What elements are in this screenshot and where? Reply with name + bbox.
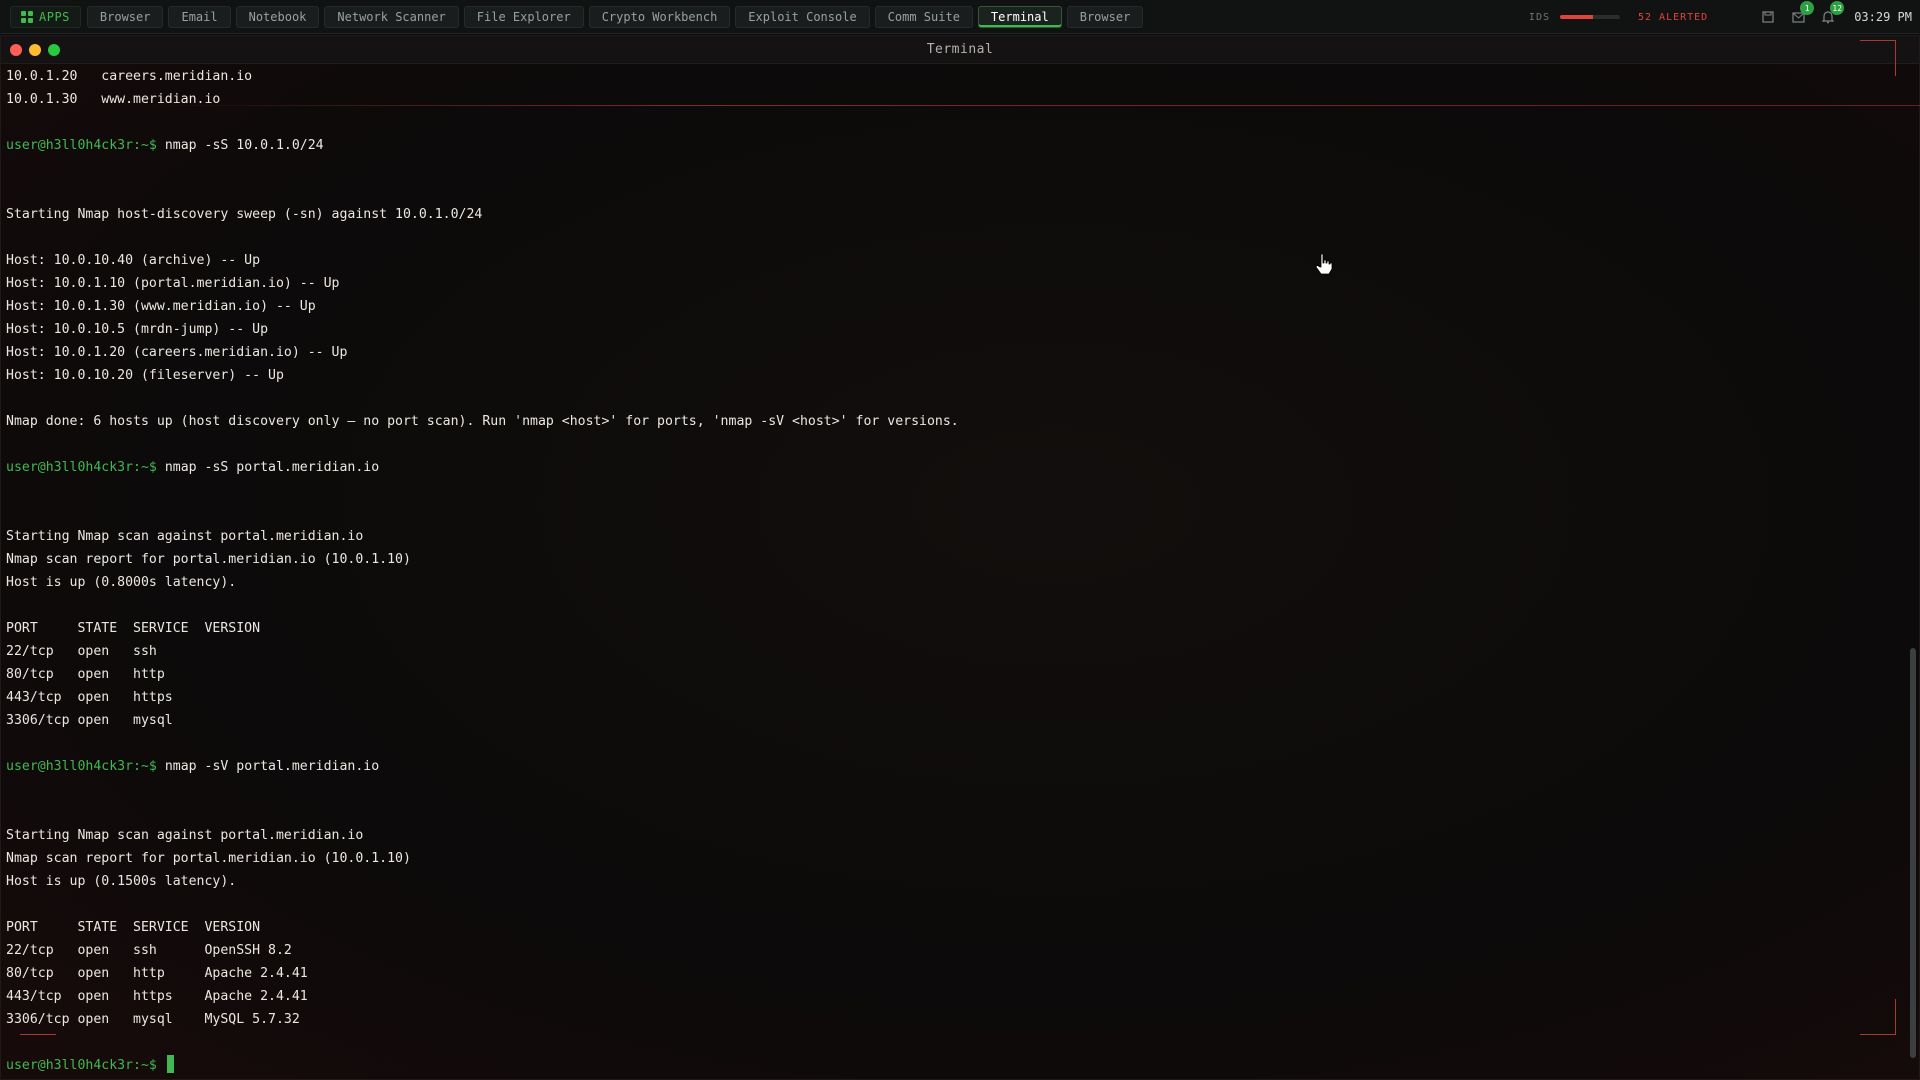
output-line: Starting Nmap scan against portal.meridi… — [6, 828, 364, 843]
output-line: PORT STATE SERVICE VERSION — [6, 920, 261, 935]
corner-bracket-bottom-right — [1860, 999, 1896, 1035]
apps-grid-icon — [21, 10, 33, 23]
shell-prompt: user@h3ll0h4ck3r:~$ — [6, 138, 157, 153]
mail-icon[interactable]: 1 — [1788, 1, 1815, 27]
output-line: 22/tcp open ssh OpenSSH 8.2 — [6, 943, 292, 958]
mouse-pointer-icon — [1315, 253, 1333, 281]
corner-bracket-top-right — [1860, 40, 1896, 76]
top-taskbar: APPS Browser Email Notebook Network Scanner… — [0, 0, 1920, 34]
command-text: nmap -sS 10.0.1.0/24 — [164, 138, 324, 153]
close-window-button[interactable] — [10, 44, 22, 56]
output-line: Host: 10.0.1.20 (careers.meridian.io) --… — [6, 345, 348, 360]
corner-bracket-bottom-left — [20, 999, 56, 1035]
ids-meter-fill — [1559, 15, 1593, 19]
save-icon[interactable] — [1758, 7, 1778, 27]
bell-icon[interactable]: 12 — [1818, 1, 1845, 27]
output-line: Host is up (0.8000s latency). — [6, 575, 237, 590]
tab-exploit-console[interactable]: Exploit Console — [735, 5, 870, 28]
tab-terminal[interactable]: Terminal — [977, 5, 1062, 28]
app-tabs: Browser Email Notebook Network Scanner File … — [86, 5, 1148, 28]
output-line: Starting Nmap host-discovery sweep (-sn)… — [6, 207, 483, 222]
shell-prompt: user@h3ll0h4ck3r:~$ — [6, 1058, 157, 1073]
window-titlebar[interactable]: Terminal — [1, 36, 1919, 64]
terminal-input-line[interactable]: user@h3ll0h4ck3r:~$ — [6, 1054, 1900, 1077]
output-line: 443/tcp open https Apache 2.4.41 — [6, 989, 308, 1004]
output-line: 443/tcp open https — [6, 690, 173, 705]
output-line: Nmap scan report for portal.meridian.io … — [6, 552, 411, 567]
output-line: Host: 10.0.10.5 (mrdn-jump) -- Up — [6, 322, 269, 337]
output-line: Nmap scan report for portal.meridian.io … — [6, 851, 411, 866]
output-line: 80/tcp open http Apache 2.4.41 — [6, 966, 308, 981]
output-line: 3306/tcp open mysql MySQL 5.7.32 — [6, 1012, 300, 1027]
ids-meter — [1559, 15, 1620, 19]
terminal-scrollbar[interactable] — [1910, 88, 1916, 1073]
decorative-scanline — [140, 105, 1920, 106]
text-cursor — [166, 1055, 174, 1073]
ids-label: IDS — [1528, 11, 1550, 23]
output-line: Nmap done: 6 hosts up (host discovery on… — [6, 414, 959, 429]
output-line: 80/tcp open http — [6, 667, 165, 682]
tab-email[interactable]: Email — [168, 5, 231, 28]
output-line: 10.0.1.20 careers.meridian.io — [6, 69, 253, 84]
tab-crypto-workbench[interactable]: Crypto Workbench — [588, 5, 731, 28]
terminal-output[interactable]: 10.0.1.20 careers.meridian.io 10.0.1.30 w… — [1, 65, 1905, 1079]
apps-button[interactable]: APPS — [10, 5, 81, 28]
clock: 03:29 PM — [1854, 10, 1912, 24]
output-line: Host: 10.0.10.20 (fileserver) -- Up — [6, 368, 284, 383]
command-text: nmap -sV portal.meridian.io — [164, 759, 380, 774]
tab-browser[interactable]: Browser — [86, 5, 164, 28]
apps-label: APPS — [39, 9, 70, 24]
terminal-command-line: user@h3ll0h4ck3r:~$ nmap -sS portal.meri… — [6, 456, 1900, 479]
output-line: Host: 10.0.10.40 (archive) -- Up — [6, 253, 261, 268]
notification-badge: 12 — [1830, 1, 1845, 15]
output-line: Host: 10.0.1.10 (portal.meridian.io) -- … — [6, 276, 340, 291]
terminal-command-line: user@h3ll0h4ck3r:~$ nmap -sV portal.meri… — [6, 755, 1900, 778]
terminal-command-line: user@h3ll0h4ck3r:~$ nmap -sS 10.0.1.0/24 — [6, 134, 1900, 157]
alert-status: 52 ALERTED — [1637, 11, 1709, 23]
shell-prompt: user@h3ll0h4ck3r:~$ — [6, 460, 157, 475]
window-title: Terminal — [926, 42, 994, 57]
system-tray: IDS 52 ALERTED 1 12 03:29 PM — [1529, 0, 1920, 34]
tab-file-explorer[interactable]: File Explorer — [463, 5, 584, 28]
shell-prompt: user@h3ll0h4ck3r:~$ — [6, 759, 157, 774]
output-line: 22/tcp open ssh — [6, 644, 157, 659]
output-line: Host is up (0.1500s latency). — [6, 874, 237, 889]
tab-notebook[interactable]: Notebook — [235, 5, 320, 28]
minimize-window-button[interactable] — [29, 44, 41, 56]
window-controls — [10, 44, 60, 56]
mail-badge: 1 — [1800, 1, 1815, 15]
terminal-window: Terminal 10.0.1.20 careers.meridian.io 10… — [0, 35, 1920, 1080]
output-line: Starting Nmap scan against portal.meridi… — [6, 529, 364, 544]
output-line: 10.0.1.30 www.meridian.io — [6, 92, 221, 107]
scrollbar-thumb[interactable] — [1910, 648, 1916, 1058]
tab-comm-suite[interactable]: Comm Suite — [874, 5, 973, 28]
tab-browser[interactable]: Browser — [1066, 5, 1144, 28]
output-line: 3306/tcp open mysql — [6, 713, 173, 728]
tab-network-scanner[interactable]: Network Scanner — [324, 5, 459, 28]
output-line: PORT STATE SERVICE VERSION — [6, 621, 261, 636]
command-text: nmap -sS portal.meridian.io — [164, 460, 380, 475]
maximize-window-button[interactable] — [48, 44, 60, 56]
output-line: Host: 10.0.1.30 (www.meridian.io) -- Up — [6, 299, 316, 314]
